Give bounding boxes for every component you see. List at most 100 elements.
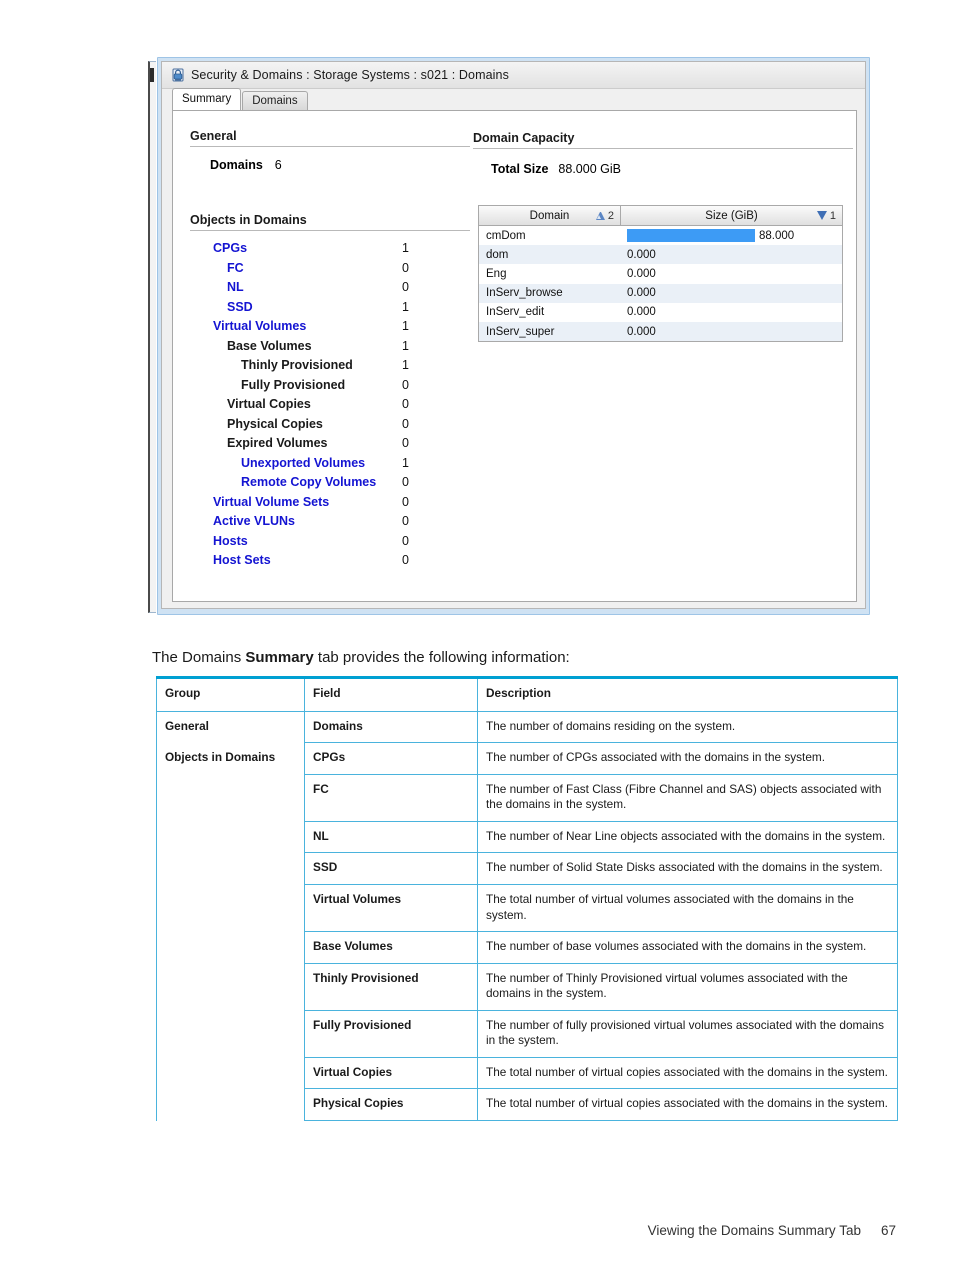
clipped-parent-window-edge — [148, 61, 156, 613]
table-row[interactable]: InServ_edit 0.000 — [479, 302, 842, 322]
cell-field: FC — [304, 773, 478, 822]
cell-description: The number of Near Line objects associat… — [477, 820, 898, 854]
object-count: 0 — [402, 475, 409, 489]
object-count-row[interactable]: Host Sets 0 — [190, 553, 470, 573]
object-count-row[interactable]: FC 0 — [190, 261, 470, 281]
tab-summary[interactable]: Summary — [172, 88, 242, 110]
object-count-row: Fully Provisioned 0 — [190, 378, 470, 398]
table-row[interactable]: InServ_browse 0.000 — [479, 283, 842, 303]
table-row[interactable]: cmDom 88.000 — [479, 226, 842, 246]
column-header: Description — [477, 676, 898, 712]
table-row[interactable]: dom 0.000 — [479, 245, 842, 265]
cell-domain: dom — [486, 248, 509, 261]
window-edge-nub — [150, 68, 154, 82]
cell-group — [156, 852, 305, 885]
table-body: cmDom 88.000 dom 0.000 Eng 0.000 InServ_browse… — [479, 226, 842, 342]
cell-group — [156, 884, 305, 932]
column-header-domain[interactable]: Domain 2 — [479, 206, 621, 225]
object-label[interactable]: Host Sets — [190, 553, 271, 567]
object-label[interactable]: NL — [190, 280, 244, 294]
table-row: Objects in Domains CPGs The number of CPGs… — [156, 742, 898, 775]
object-label[interactable]: FC — [190, 261, 244, 275]
cell-group — [156, 821, 305, 853]
total-size-value: 88.000 GiB — [558, 162, 621, 176]
object-count: 1 — [402, 299, 409, 314]
object-label[interactable]: SSD — [190, 300, 253, 314]
size-value: 0.000 — [627, 325, 656, 338]
cell-domain: InServ_edit — [486, 306, 545, 319]
object-count-row[interactable]: Remote Copy Volumes 0 — [190, 475, 470, 495]
object-label[interactable]: Hosts — [190, 534, 248, 548]
object-label[interactable]: Remote Copy Volumes — [190, 475, 376, 489]
tab-strip: Summary Domains — [172, 88, 857, 110]
footer-running-head: Viewing the Domains Summary Tab — [647, 1223, 861, 1238]
window-title-bar: Security & Domains : Storage Systems : s… — [162, 62, 865, 89]
capacity-section-title: Domain Capacity — [473, 131, 575, 145]
table-row[interactable]: InServ_super 0.000 — [479, 321, 842, 342]
object-count-row[interactable]: Unexported Volumes 1 — [190, 456, 470, 476]
object-count-row[interactable]: NL 0 — [190, 280, 470, 300]
object-count-row[interactable]: Active VLUNs 0 — [190, 514, 470, 534]
size-sort-order: 1 — [829, 209, 836, 222]
cell-domain: InServ_super — [486, 325, 555, 338]
object-label: Expired Volumes — [227, 436, 328, 450]
cell-group: General — [156, 710, 305, 743]
cell-field: Fully Provisioned — [304, 1009, 478, 1058]
object-count-row[interactable]: Virtual Volumes 1 — [190, 319, 470, 339]
general-domains-row: Domains 6 — [190, 158, 470, 172]
object-count-row[interactable]: Virtual Volume Sets 0 — [190, 495, 470, 515]
cell-field: Virtual Volumes — [304, 883, 478, 933]
cell-group: Objects in Domains — [156, 742, 305, 775]
cell-field: Thinly Provisioned — [304, 962, 478, 1011]
footer-page-number: 67 — [880, 1223, 896, 1238]
object-label[interactable]: Virtual Volumes — [190, 319, 306, 333]
cell-description: The total number of virtual copies assoc… — [477, 1088, 898, 1121]
object-label[interactable]: Virtual Volume Sets — [190, 495, 329, 509]
object-count-row[interactable]: CPGs 1 — [190, 241, 470, 261]
cell-field: CPGs — [304, 742, 478, 775]
object-label[interactable]: Unexported Volumes — [190, 456, 365, 470]
cell-description: The number of Fast Class (Fibre Channel … — [477, 773, 898, 822]
size-value: 0.000 — [627, 306, 656, 319]
cell-description: The total number of virtual copies assoc… — [477, 1056, 898, 1090]
cell-description: The number of domains residing on the sy… — [477, 710, 898, 744]
domain-sort-indicator[interactable]: 2 — [595, 210, 614, 222]
object-count-row[interactable]: SSD 1 — [190, 300, 470, 320]
object-count: 0 — [402, 260, 409, 275]
column-header: Field — [304, 676, 478, 712]
table-row: NL The number of Near Line objects associ… — [156, 820, 898, 854]
table-header-row: Domain 2 Size (GiB) 1 — [479, 206, 842, 226]
cell-group — [156, 1010, 305, 1058]
domain-capacity-table: Domain 2 Size (GiB) 1 cmDom 88.000 dom 0… — [478, 205, 843, 343]
cell-domain: InServ_browse — [486, 287, 563, 300]
cell-field: Domains — [304, 710, 478, 744]
object-count: 0 — [402, 280, 409, 294]
object-count: 0 — [402, 533, 409, 548]
cell-group — [156, 1057, 305, 1089]
cell-group — [156, 963, 305, 1011]
object-count: 1 — [402, 338, 409, 353]
object-count: 0 — [402, 494, 409, 509]
object-label[interactable]: Active VLUNs — [190, 514, 295, 528]
size-sort-indicator[interactable]: 1 — [816, 209, 836, 222]
table-row: Virtual Copies The total number of virtua… — [156, 1056, 898, 1090]
object-label[interactable]: CPGs — [190, 241, 247, 255]
window-inner-frame: Security & Domains : Storage Systems : s… — [161, 61, 866, 609]
table-row[interactable]: Eng 0.000 — [479, 264, 842, 284]
cell-size: 0.000 — [621, 303, 842, 322]
cell-field: Virtual Copies — [304, 1056, 478, 1090]
object-count: 1 — [402, 358, 409, 372]
cell-field: NL — [304, 820, 478, 854]
tab-domains[interactable]: Domains — [242, 91, 308, 110]
cell-domain: Eng — [486, 267, 507, 280]
column-header-size[interactable]: Size (GiB) 1 — [621, 206, 842, 225]
table-row: FC The number of Fast Class (Fibre Channe… — [156, 773, 898, 822]
cell-size: 88.000 — [621, 226, 842, 245]
intro-text-after: tab provides the following information: — [313, 649, 570, 666]
object-label: Thinly Provisioned — [241, 358, 353, 372]
cell-domain: cmDom — [486, 229, 526, 242]
cell-group — [156, 774, 305, 822]
cell-field: Base Volumes — [304, 931, 478, 964]
column-header: Group — [156, 676, 305, 712]
object-count-row[interactable]: Hosts 0 — [190, 534, 470, 554]
